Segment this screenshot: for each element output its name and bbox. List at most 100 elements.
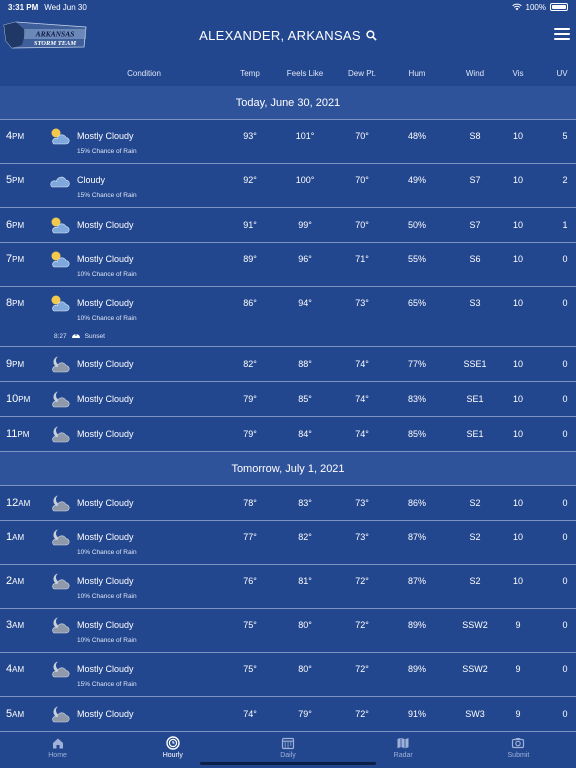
uv-value: 0 bbox=[562, 394, 568, 404]
hum-value: 83% bbox=[407, 394, 427, 404]
hum-value: 86% bbox=[407, 498, 427, 508]
hour-label: 4PM bbox=[6, 130, 25, 142]
vis-value: 10 bbox=[512, 429, 524, 439]
condition-text: Mostly Cloudy bbox=[77, 620, 134, 630]
hourly-row[interactable]: 5AM Mostly Cloudy 74° 79° 72° 91% SW3 9 0 bbox=[0, 697, 576, 732]
temp-value: 79° bbox=[243, 394, 257, 404]
condition-text: Mostly Cloudy bbox=[77, 576, 134, 586]
battery-percent: 100% bbox=[525, 2, 546, 12]
status-time: 3:31 PM bbox=[8, 2, 39, 12]
partly-cloudy-day-icon bbox=[51, 217, 70, 234]
day-header: Today, June 30, 2021 bbox=[0, 86, 576, 120]
feels-value: 100° bbox=[295, 175, 315, 185]
partly-cloudy-night-icon bbox=[52, 495, 70, 512]
dew-value: 74° bbox=[355, 429, 369, 439]
hour-label: 1AM bbox=[6, 531, 25, 543]
logo-line2: STORM TEAM bbox=[34, 40, 77, 47]
temp-value: 82° bbox=[243, 359, 257, 369]
hourly-row[interactable]: 11PM Mostly Cloudy 79° 84° 74° 85% SE1 10 0 bbox=[0, 417, 576, 452]
rain-chance: 10% Chance of Rain bbox=[77, 549, 137, 556]
location-selector[interactable]: ALEXANDER, ARKANSAS bbox=[199, 28, 377, 43]
hourly-row[interactable]: 12AM Mostly Cloudy 78° 83° 73° 86% S2 10 0 bbox=[0, 486, 576, 521]
col-hum: Hum bbox=[408, 69, 426, 78]
feels-value: 101° bbox=[295, 131, 315, 141]
dew-value: 72° bbox=[355, 664, 369, 674]
tab-label: Home bbox=[48, 752, 67, 759]
wind-value: SE1 bbox=[466, 429, 484, 439]
feels-value: 96° bbox=[298, 254, 312, 264]
hour-label: 8PM bbox=[6, 297, 25, 309]
rain-chance: 10% Chance of Rain bbox=[77, 637, 137, 644]
hourly-row[interactable]: 5PM Cloudy 15% Chance of Rain 92° 100° 70° 49%… bbox=[0, 164, 576, 208]
search-icon[interactable] bbox=[366, 30, 377, 41]
vis-value: 10 bbox=[512, 576, 524, 586]
vis-value: 9 bbox=[515, 709, 521, 719]
vis-value: 10 bbox=[512, 359, 524, 369]
col-feels: Feels Like bbox=[286, 69, 324, 78]
hour-label: 11PM bbox=[6, 428, 30, 440]
feels-value: 88° bbox=[298, 359, 312, 369]
hum-value: 89% bbox=[407, 620, 427, 630]
tab-label: Hourly bbox=[162, 752, 183, 759]
hour-label: 2AM bbox=[6, 575, 25, 587]
vis-value: 10 bbox=[512, 131, 524, 141]
tab-home[interactable]: Home bbox=[0, 732, 115, 768]
partly-cloudy-night-icon bbox=[52, 426, 70, 443]
dew-value: 70° bbox=[355, 131, 369, 141]
wind-value: S2 bbox=[469, 498, 481, 508]
hourly-row[interactable]: 2AM Mostly Cloudy 10% Chance of Rain 76° 81°… bbox=[0, 565, 576, 609]
uv-value: 2 bbox=[562, 175, 568, 185]
feels-value: 82° bbox=[298, 532, 312, 542]
condition-text: Mostly Cloudy bbox=[77, 394, 134, 404]
hourly-forecast-list[interactable]: Today, June 30, 2021 4PM Mostly Cloudy 15% … bbox=[0, 86, 576, 732]
hourly-row[interactable]: 9PM Mostly Cloudy 82° 88° 74° 77% SSE1 10 0 bbox=[0, 347, 576, 382]
status-date: Wed Jun 30 bbox=[44, 2, 87, 12]
hum-value: 48% bbox=[407, 131, 427, 141]
temp-value: 75° bbox=[243, 664, 257, 674]
col-wind: Wind bbox=[465, 69, 485, 78]
hour-label: 12AM bbox=[6, 497, 31, 509]
hourly-row[interactable]: 1AM Mostly Cloudy 10% Chance of Rain 77° 82°… bbox=[0, 521, 576, 565]
hum-value: 55% bbox=[407, 254, 427, 264]
vis-value: 10 bbox=[512, 498, 524, 508]
condition-text: Mostly Cloudy bbox=[77, 298, 134, 308]
wind-value: S2 bbox=[469, 576, 481, 586]
day-header: Tomorrow, July 1, 2021 bbox=[0, 452, 576, 486]
wind-value: SSW2 bbox=[462, 620, 488, 630]
hourly-row[interactable]: 6PM Mostly Cloudy 91° 99° 70° 50% S7 10 1 bbox=[0, 208, 576, 243]
wind-value: SW3 bbox=[465, 709, 485, 719]
hourly-row[interactable]: 4PM Mostly Cloudy 15% Chance of Rain 93° 101… bbox=[0, 120, 576, 164]
temp-value: 78° bbox=[243, 498, 257, 508]
hamburger-menu-icon[interactable] bbox=[554, 28, 570, 42]
hour-label: 9PM bbox=[6, 358, 25, 370]
tab-submit[interactable]: Submit bbox=[461, 732, 576, 768]
col-condition: Condition bbox=[127, 69, 161, 78]
vis-value: 10 bbox=[512, 394, 524, 404]
hour-label: 5PM bbox=[6, 174, 25, 186]
hour-label: 5AM bbox=[6, 708, 25, 720]
arkansas-storm-team-logo[interactable]: ARKANSAS STORM TEAM bbox=[2, 21, 88, 49]
feels-value: 81° bbox=[298, 576, 312, 586]
temp-value: 77° bbox=[243, 532, 257, 542]
temp-value: 76° bbox=[243, 576, 257, 586]
temp-value: 89° bbox=[243, 254, 257, 264]
hum-value: 89% bbox=[407, 664, 427, 674]
uv-value: 1 bbox=[562, 220, 568, 230]
hum-value: 49% bbox=[407, 175, 427, 185]
condition-text: Mostly Cloudy bbox=[77, 220, 134, 230]
hum-value: 87% bbox=[407, 576, 427, 586]
feels-value: 94° bbox=[298, 298, 312, 308]
hourly-row[interactable]: 4AM Mostly Cloudy 15% Chance of Rain 75° 80°… bbox=[0, 653, 576, 697]
hourly-row[interactable]: 3AM Mostly Cloudy 10% Chance of Rain 75° 80°… bbox=[0, 609, 576, 653]
condition-text: Cloudy bbox=[77, 175, 106, 185]
condition-text: Mostly Cloudy bbox=[77, 532, 134, 542]
partly-cloudy-night-icon bbox=[52, 391, 70, 408]
hourly-row[interactable]: 8PM Mostly Cloudy 10% Chance of Rain 86° 94°… bbox=[0, 287, 576, 347]
home-icon bbox=[52, 738, 63, 749]
hourly-row[interactable]: 7PM Mostly Cloudy 10% Chance of Rain 89° 96°… bbox=[0, 243, 576, 287]
partly-cloudy-day-icon bbox=[51, 128, 70, 145]
vis-value: 10 bbox=[512, 220, 524, 230]
partly-cloudy-night-icon bbox=[52, 706, 70, 723]
hum-value: 91% bbox=[407, 709, 427, 719]
hourly-row[interactable]: 10PM Mostly Cloudy 79° 85° 74° 83% SE1 10 0 bbox=[0, 382, 576, 417]
